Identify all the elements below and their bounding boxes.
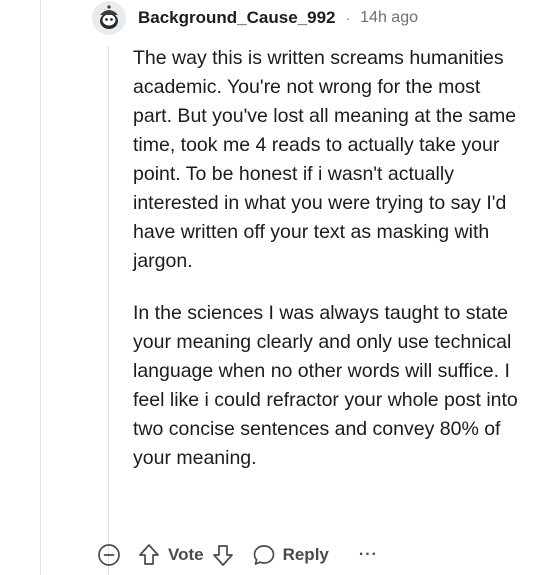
comment-body: The way this is written screams humaniti…	[133, 44, 523, 473]
vote-count: Vote	[168, 545, 204, 564]
comment-timestamp[interactable]: 14h ago	[360, 9, 418, 27]
collapse-button[interactable]	[96, 542, 122, 568]
author-username[interactable]: Background_Cause_992	[138, 8, 335, 28]
comment-paragraph: The way this is written screams humaniti…	[133, 47, 517, 272]
parent-thread-line[interactable]	[40, 0, 41, 575]
snoo-avatar-icon	[92, 1, 126, 35]
meta-separator: ·	[345, 10, 351, 26]
arrow-down-icon	[212, 545, 233, 566]
reply-label: Reply	[282, 545, 329, 564]
minus-circle-icon	[98, 544, 120, 566]
avatar[interactable]	[92, 1, 126, 35]
reply-button[interactable]: Reply	[252, 543, 329, 567]
more-options-button[interactable]: ···	[359, 546, 378, 564]
comment-thread-line[interactable]	[108, 46, 109, 575]
speech-bubble-icon	[253, 545, 274, 565]
comment-paragraph: In the sciences I was always taught to s…	[133, 302, 518, 469]
comment-header: Background_Cause_992 · 14h ago	[92, 0, 418, 36]
vote-group: Vote	[138, 543, 234, 567]
upvote-button[interactable]	[138, 543, 160, 567]
downvote-button[interactable]	[212, 543, 234, 567]
comment-actions: Vote Reply ···	[96, 541, 378, 569]
arrow-up-icon	[139, 544, 159, 565]
